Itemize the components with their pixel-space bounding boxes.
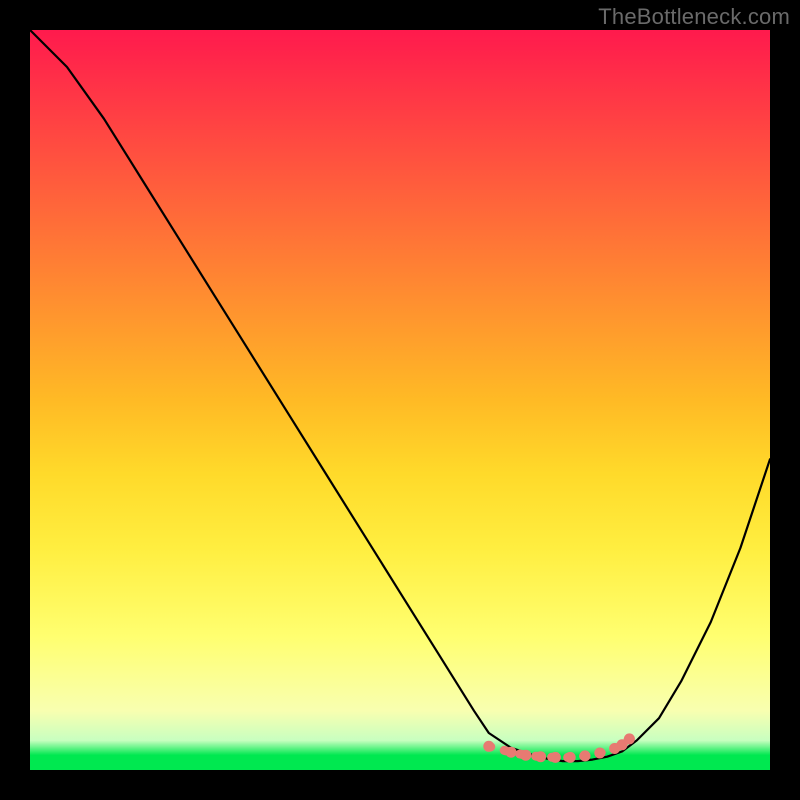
optimal-point (506, 747, 517, 758)
curve-layer (30, 30, 770, 770)
optimal-point (550, 752, 561, 763)
bottleneck-curve (30, 30, 770, 761)
optimal-point (580, 750, 591, 761)
optimal-point (483, 741, 494, 752)
optimal-point (565, 752, 576, 763)
optimal-point (520, 750, 531, 761)
optimal-point (624, 733, 635, 744)
optimal-point (535, 751, 546, 762)
plot-area (30, 30, 770, 770)
optimal-point (594, 748, 605, 759)
optimal-range-markers (483, 733, 635, 763)
chart-frame: TheBottleneck.com (0, 0, 800, 800)
watermark-text: TheBottleneck.com (598, 4, 790, 30)
